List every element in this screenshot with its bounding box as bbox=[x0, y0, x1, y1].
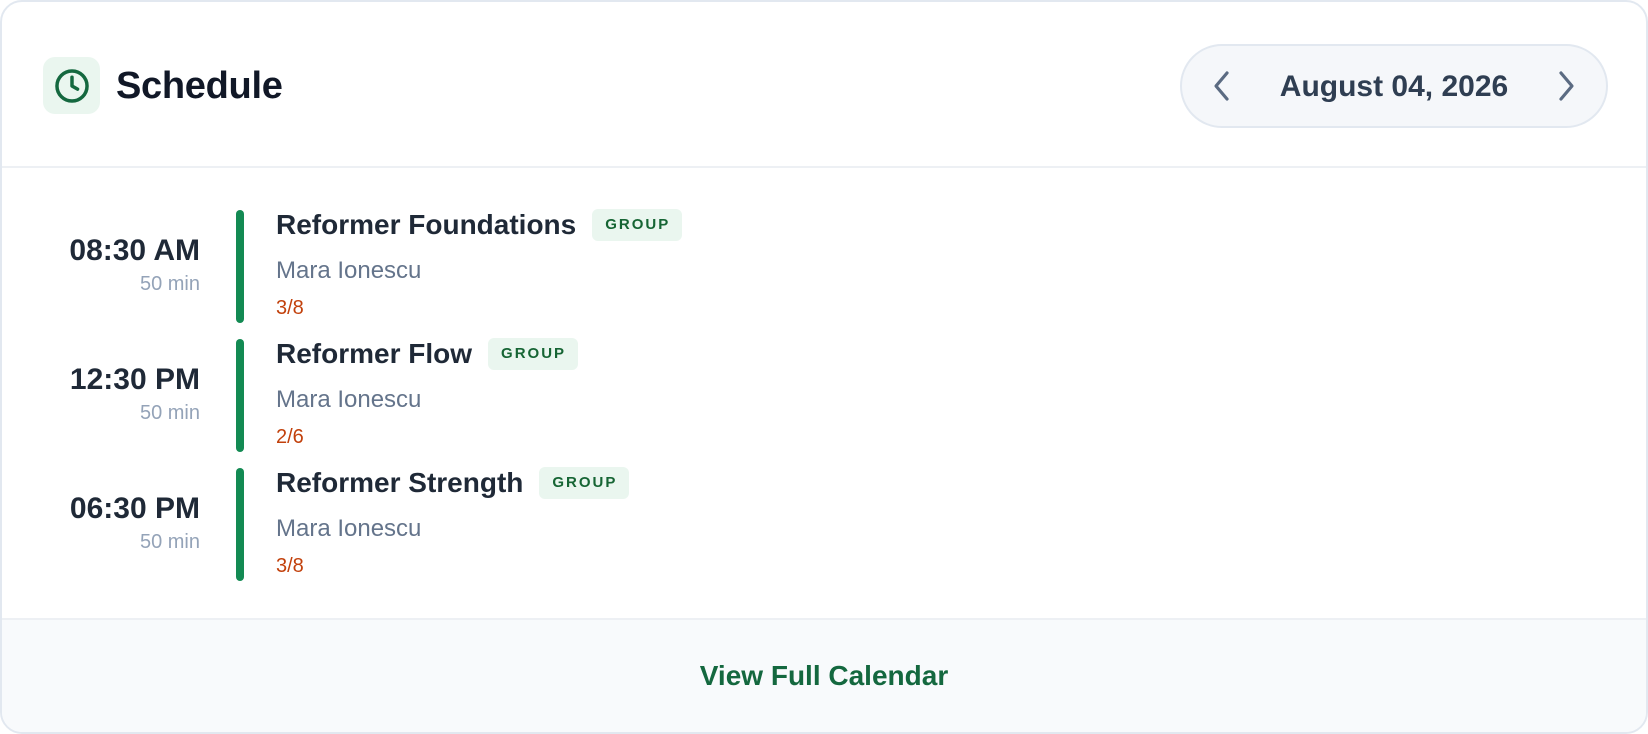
session-instructor: Mara Ionescu bbox=[276, 386, 422, 413]
session-item[interactable]: 08:30 AM 50 min Reformer Foundations GRO… bbox=[2, 208, 1646, 337]
session-title-row: Reformer Flow GROUP bbox=[276, 337, 579, 371]
chevron-right-icon bbox=[1559, 71, 1574, 101]
session-type-badge: GROUP bbox=[539, 467, 630, 499]
session-accent-bar bbox=[236, 468, 244, 581]
session-type-badge: GROUP bbox=[592, 209, 683, 241]
session-accent-bar bbox=[236, 339, 244, 452]
session-accent-bar bbox=[236, 210, 244, 323]
session-duration: 50 min bbox=[139, 531, 200, 553]
session-item[interactable]: 06:30 PM 50 min Reformer Strength GROUP … bbox=[2, 466, 1646, 595]
session-name: Reformer Flow bbox=[276, 338, 473, 369]
date-navigator: August 04, 2026 bbox=[1180, 44, 1608, 128]
schedule-footer: View Full Calendar bbox=[2, 618, 1646, 732]
session-item[interactable]: 12:30 PM 50 min Reformer Flow GROUP Mara… bbox=[2, 337, 1646, 466]
page-title: Schedule bbox=[116, 65, 283, 107]
session-instructor: Mara Ionescu bbox=[276, 257, 422, 284]
session-time: 08:30 AM bbox=[69, 234, 200, 267]
session-list: 08:30 AM 50 min Reformer Foundations GRO… bbox=[2, 208, 1646, 595]
session-duration: 50 min bbox=[139, 273, 200, 295]
session-duration: 50 min bbox=[139, 402, 200, 424]
session-title-row: Reformer Strength GROUP bbox=[276, 466, 630, 500]
session-name: Reformer Strength bbox=[276, 467, 524, 498]
session-instructor: Mara Ionescu bbox=[276, 515, 422, 542]
session-capacity: 3/8 bbox=[276, 555, 304, 577]
clock-icon bbox=[54, 68, 89, 103]
next-day-button[interactable] bbox=[1542, 62, 1590, 110]
session-type-badge: GROUP bbox=[488, 338, 579, 370]
view-full-calendar-link[interactable]: View Full Calendar bbox=[700, 659, 948, 693]
session-name: Reformer Foundations bbox=[276, 209, 577, 240]
schedule-header: Schedule August 04, 2026 bbox=[2, 2, 1646, 168]
session-time: 06:30 PM bbox=[69, 492, 200, 525]
schedule-card: Schedule August 04, 2026 08:30 AM 50 min… bbox=[0, 0, 1648, 734]
session-time: 12:30 PM bbox=[69, 363, 200, 396]
session-capacity: 3/8 bbox=[276, 297, 304, 319]
session-capacity: 2/6 bbox=[276, 426, 304, 448]
session-title-row: Reformer Foundations GROUP bbox=[276, 208, 683, 242]
clock-icon-badge bbox=[43, 57, 100, 114]
